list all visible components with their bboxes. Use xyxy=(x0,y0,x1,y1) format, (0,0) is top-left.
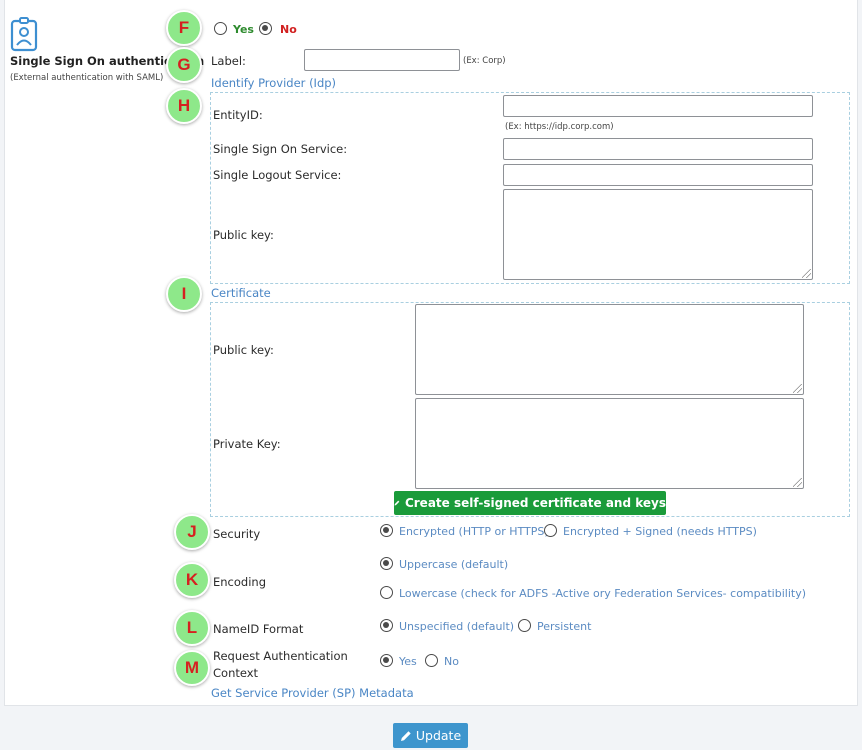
cert-private-key-textarea[interactable] xyxy=(415,398,804,489)
label-field-label: Label: xyxy=(211,54,246,68)
nameid-unspecified-label: Unspecified (default) xyxy=(399,620,515,633)
request-auth-yes-radio[interactable] xyxy=(380,654,393,667)
pencil-icon xyxy=(400,730,411,741)
slo-service-input[interactable] xyxy=(503,164,813,186)
create-certificate-label: Create self-signed certificate and keys xyxy=(404,496,666,510)
encoding-label: Encoding xyxy=(213,575,266,589)
nameid-unspecified-radio[interactable] xyxy=(380,619,393,632)
cert-public-key-label: Public key: xyxy=(213,343,274,357)
cert-private-key-label: Private Key: xyxy=(213,437,281,451)
encoding-lowercase-label: Lowercase (check for ADFS -Active ory Fe… xyxy=(399,587,806,600)
resize-grip-icon[interactable] xyxy=(802,269,811,278)
marker-l: L xyxy=(174,610,210,646)
marker-g: G xyxy=(166,47,202,83)
sso-service-input[interactable] xyxy=(503,138,813,160)
encoding-uppercase-label: Uppercase (default) xyxy=(399,558,509,571)
security-label: Security xyxy=(213,527,261,541)
encoding-lowercase-radio[interactable] xyxy=(380,586,393,599)
sso-yes-radio[interactable] xyxy=(214,22,227,35)
idp-public-key-label: Public key: xyxy=(213,228,274,242)
idp-heading: Identify Provider (Idp) xyxy=(211,76,337,90)
slo-service-label: Single Logout Service: xyxy=(213,168,342,182)
request-auth-label-line1: Request Authentication xyxy=(213,649,348,663)
marker-j: J xyxy=(174,514,210,550)
security-signed-radio[interactable] xyxy=(544,524,557,537)
marker-i: I xyxy=(166,276,202,312)
entity-id-label: EntityID: xyxy=(213,108,263,122)
create-certificate-button[interactable]: Create self-signed certificate and keys xyxy=(394,491,666,515)
nameid-persistent-label: Persistent xyxy=(537,620,592,633)
marker-k: K xyxy=(174,562,210,598)
entity-id-input[interactable] xyxy=(503,95,813,117)
resize-grip-icon[interactable] xyxy=(793,478,802,487)
nameid-persistent-radio[interactable] xyxy=(518,619,531,632)
security-encrypted-radio[interactable] xyxy=(380,524,393,537)
sso-service-label: Single Sign On Service: xyxy=(213,142,348,156)
security-encrypted-label: Encrypted (HTTP or HTTPS) xyxy=(399,525,549,538)
sso-no-radio[interactable] xyxy=(259,22,272,35)
request-auth-label-line2: Context xyxy=(213,666,259,680)
certificate-heading: Certificate xyxy=(211,286,271,300)
entity-id-hint: (Ex: https://idp.corp.com) xyxy=(505,122,614,132)
id-badge-icon xyxy=(10,17,38,52)
request-auth-yes-label: Yes xyxy=(399,655,417,668)
security-signed-label: Encrypted + Signed (needs HTTPS) xyxy=(563,525,757,538)
update-label: Update xyxy=(415,728,462,743)
sso-subtitle: (External authentication with SAML) xyxy=(10,73,164,83)
pencil-icon xyxy=(394,500,400,506)
idp-public-key-textarea[interactable] xyxy=(503,189,813,280)
resize-grip-icon[interactable] xyxy=(793,384,802,393)
marker-h: H xyxy=(166,88,202,124)
sso-no-label: No xyxy=(280,23,297,36)
label-input[interactable] xyxy=(304,49,460,71)
marker-f: F xyxy=(166,10,202,46)
update-button[interactable]: Update xyxy=(393,723,468,748)
request-auth-no-label: No xyxy=(444,655,459,668)
sp-metadata-link[interactable]: Get Service Provider (SP) Metadata xyxy=(211,686,414,700)
cert-public-key-textarea[interactable] xyxy=(415,304,804,395)
sso-yes-label: Yes xyxy=(233,23,254,36)
request-auth-no-radio[interactable] xyxy=(425,654,438,667)
marker-m: M xyxy=(174,650,210,686)
label-hint: (Ex: Corp) xyxy=(463,56,506,66)
encoding-uppercase-radio[interactable] xyxy=(380,557,393,570)
nameid-label: NameID Format xyxy=(213,622,304,636)
